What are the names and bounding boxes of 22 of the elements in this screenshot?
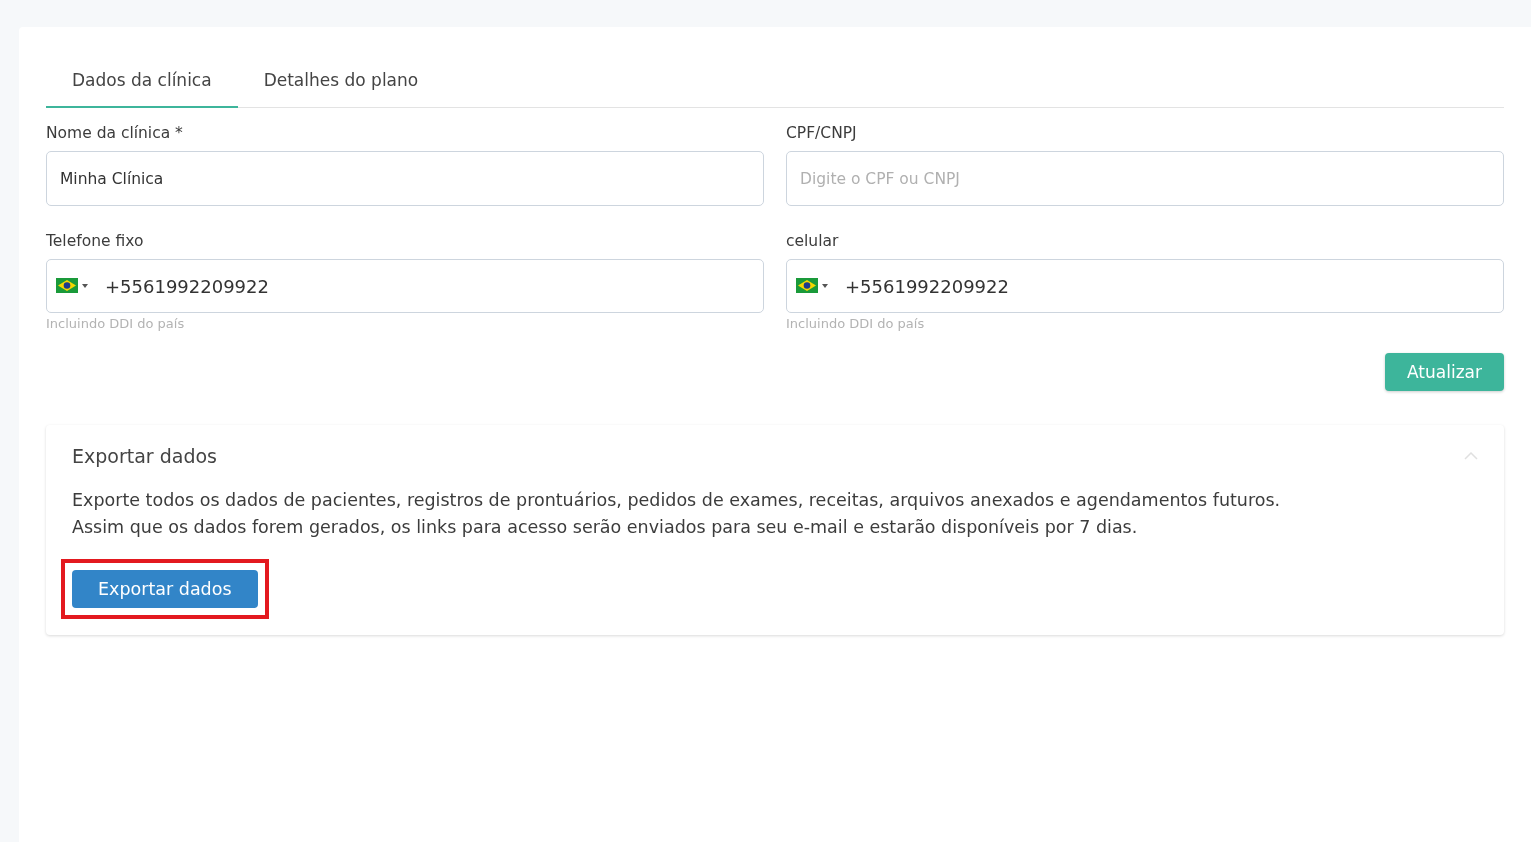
panel-title: Exportar dados [72, 445, 217, 467]
dropdown-caret-icon [82, 283, 88, 288]
phone-input-field[interactable]: +5561992209922 [786, 259, 1504, 313]
field-label: Nome da clínica * [46, 124, 184, 142]
field-hint: Incluindo DDI do país [786, 316, 926, 331]
country-selector[interactable] [796, 278, 828, 293]
brazil-flag-icon [796, 278, 818, 293]
tab[interactable]: Dados da clínica [46, 51, 238, 108]
field-label: celular [786, 232, 840, 250]
brazil-flag-icon [56, 278, 78, 293]
country-selector[interactable] [56, 278, 88, 293]
dropdown-caret-icon [822, 283, 828, 288]
export-button[interactable]: Exportar dados [72, 570, 258, 608]
tab[interactable]: Detalhes do plano [237, 51, 445, 108]
text-input-field[interactable]: Digite o CPF ou CNPJ [786, 151, 1504, 206]
field-label: Telefone fixo [46, 232, 145, 250]
field-hint: Incluindo DDI do país [46, 316, 186, 331]
phone-input-field[interactable]: +5561992209922 [46, 259, 764, 313]
description-text: Exporte todos os dados de pacientes, registros de prontuários, pedidos de exames, receitas, arquivos anexados e agendamentos futuros. [72, 489, 1282, 512]
text-input-field[interactable]: Minha Clínica [46, 151, 764, 206]
field-label: CPF/CNPJ [786, 124, 858, 142]
description-text: Assim que os dados forem gerados, os links para acesso serão enviados para seu e-mail e estarão disponíveis por 7 dias. [72, 516, 1139, 539]
